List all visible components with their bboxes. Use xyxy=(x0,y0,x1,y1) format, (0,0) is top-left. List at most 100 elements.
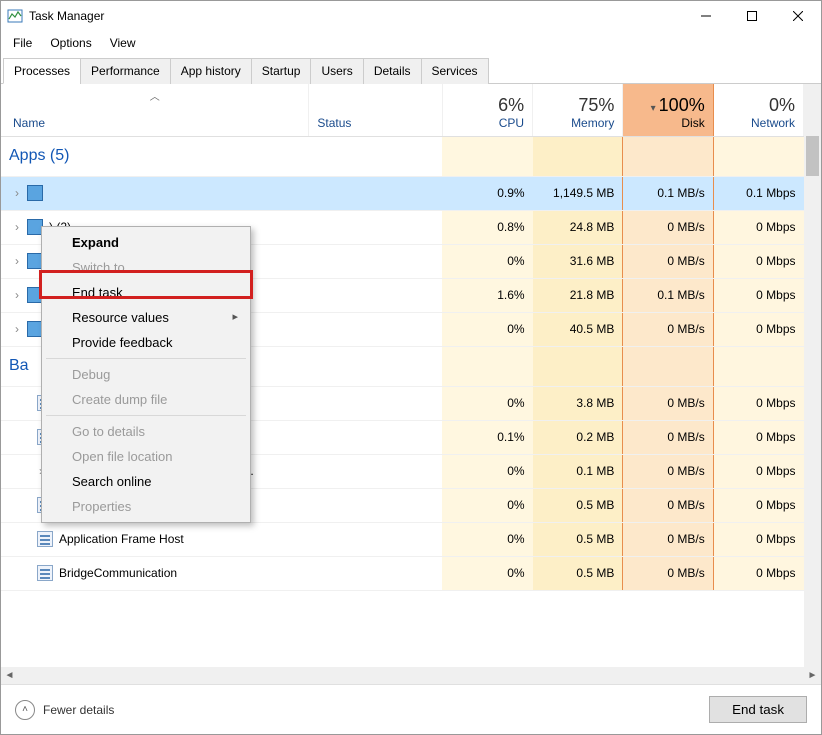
cpu-cell: 0% xyxy=(442,488,532,522)
cpu-cell: 0% xyxy=(442,386,532,420)
cpu-cell: 0.9% xyxy=(442,176,532,210)
tab-processes[interactable]: Processes xyxy=(3,58,81,84)
column-header-cpu[interactable]: 6%CPU xyxy=(442,84,532,136)
mem-cell: 24.8 MB xyxy=(533,210,623,244)
minimize-button[interactable] xyxy=(683,1,729,31)
mem-cell: 0.2 MB xyxy=(533,420,623,454)
tab-details[interactable]: Details xyxy=(363,58,422,84)
ctx-search-online[interactable]: Search online xyxy=(44,469,248,494)
net-cell: 0 Mbps xyxy=(713,386,803,420)
mem-cell: 3.8 MB xyxy=(533,386,623,420)
cpu-cell: 1.6% xyxy=(442,278,532,312)
expand-chevron-icon[interactable]: › xyxy=(11,288,23,302)
column-header-network[interactable]: 0%Network xyxy=(713,84,803,136)
cpu-cell: 0.8% xyxy=(442,210,532,244)
cpu-cell: 0% xyxy=(442,244,532,278)
sort-chevron-icon: ︿ xyxy=(150,88,160,103)
disk-cell: 0 MB/s xyxy=(623,556,713,590)
tab-startup[interactable]: Startup xyxy=(251,58,312,84)
status-cell xyxy=(309,210,442,244)
cpu-cell: 0% xyxy=(442,312,532,346)
status-cell xyxy=(309,386,442,420)
net-cell: 0 Mbps xyxy=(713,454,803,488)
tab-performance[interactable]: Performance xyxy=(80,58,171,84)
tab-app-history[interactable]: App history xyxy=(170,58,252,84)
tab-bar: Processes Performance App history Startu… xyxy=(1,57,821,84)
menu-view[interactable]: View xyxy=(102,33,144,53)
titlebar: Task Manager xyxy=(1,1,821,31)
process-icon xyxy=(37,565,53,581)
net-cell: 0.1 Mbps xyxy=(713,176,803,210)
maximize-button[interactable] xyxy=(729,1,775,31)
table-row[interactable]: Application Frame Host0%0.5 MB0 MB/s0 Mb… xyxy=(1,522,821,556)
disk-cell: 0.1 MB/s xyxy=(623,176,713,210)
expand-chevron-icon[interactable]: › xyxy=(11,186,23,200)
column-header-disk[interactable]: 100%Disk xyxy=(623,84,713,136)
context-menu: Expand Switch to End task Resource value… xyxy=(41,226,251,523)
status-cell xyxy=(309,454,442,488)
process-name: Application Frame Host xyxy=(59,532,184,546)
net-cell: 0 Mbps xyxy=(713,488,803,522)
ctx-resource-values[interactable]: Resource values xyxy=(44,305,248,330)
window-title: Task Manager xyxy=(29,9,104,23)
mem-cell: 0.5 MB xyxy=(533,556,623,590)
ctx-end-task[interactable]: End task xyxy=(44,280,248,305)
tab-users[interactable]: Users xyxy=(310,58,363,84)
horizontal-scrollbar[interactable]: ◄ ► xyxy=(1,667,821,684)
column-header-name[interactable]: ︿ Name xyxy=(1,84,309,136)
menu-file[interactable]: File xyxy=(5,33,40,53)
ctx-create-dump: Create dump file xyxy=(44,387,248,412)
table-row[interactable]: › 0.9%1,149.5 MB0.1 MB/s0.1 Mbps xyxy=(1,176,821,210)
disk-cell: 0 MB/s xyxy=(623,454,713,488)
status-cell xyxy=(309,522,442,556)
mem-cell: 0.5 MB xyxy=(533,522,623,556)
ctx-expand[interactable]: Expand xyxy=(44,230,248,255)
net-cell: 0 Mbps xyxy=(713,278,803,312)
net-cell: 0 Mbps xyxy=(713,210,803,244)
expand-chevron-icon[interactable]: › xyxy=(11,254,23,268)
menu-options[interactable]: Options xyxy=(42,33,99,53)
disk-cell: 0.1 MB/s xyxy=(623,278,713,312)
column-header-status[interactable]: Status xyxy=(309,84,442,136)
disk-cell: 0 MB/s xyxy=(623,386,713,420)
scroll-right-icon[interactable]: ► xyxy=(804,667,821,684)
mem-cell: 1,149.5 MB xyxy=(533,176,623,210)
status-cell xyxy=(309,278,442,312)
chevron-up-icon: ˄ xyxy=(15,700,35,720)
vertical-scrollbar[interactable] xyxy=(804,136,821,667)
ctx-debug: Debug xyxy=(44,362,248,387)
task-manager-icon xyxy=(7,8,23,24)
process-icon xyxy=(37,531,53,547)
cpu-cell: 0% xyxy=(442,522,532,556)
ctx-provide-feedback[interactable]: Provide feedback xyxy=(44,330,248,355)
scroll-left-icon[interactable]: ◄ xyxy=(1,667,18,684)
mem-cell: 0.5 MB xyxy=(533,488,623,522)
column-header-memory[interactable]: 75%Memory xyxy=(533,84,623,136)
net-cell: 0 Mbps xyxy=(713,312,803,346)
mem-cell: 0.1 MB xyxy=(533,454,623,488)
menubar: File Options View xyxy=(1,31,821,55)
status-cell xyxy=(309,420,442,454)
mem-cell: 21.8 MB xyxy=(533,278,623,312)
end-task-button[interactable]: End task xyxy=(709,696,807,723)
mem-cell: 31.6 MB xyxy=(533,244,623,278)
expand-chevron-icon[interactable]: › xyxy=(11,322,23,336)
net-cell: 0 Mbps xyxy=(713,556,803,590)
fewer-details-button[interactable]: ˄ Fewer details xyxy=(15,700,114,720)
tab-services[interactable]: Services xyxy=(421,58,489,84)
table-row[interactable]: BridgeCommunication0%0.5 MB0 MB/s0 Mbps xyxy=(1,556,821,590)
status-cell xyxy=(309,176,442,210)
expand-chevron-icon[interactable]: › xyxy=(11,220,23,234)
mem-cell: 40.5 MB xyxy=(533,312,623,346)
close-button[interactable] xyxy=(775,1,821,31)
footer: ˄ Fewer details End task xyxy=(1,684,821,734)
disk-cell: 0 MB/s xyxy=(623,522,713,556)
disk-cell: 0 MB/s xyxy=(623,312,713,346)
group-label: Apps (5) xyxy=(1,136,442,176)
status-cell xyxy=(309,556,442,590)
cpu-cell: 0% xyxy=(442,454,532,488)
task-manager-window: Task Manager File Options View Processes… xyxy=(0,0,822,735)
cpu-cell: 0% xyxy=(442,556,532,590)
ctx-go-to-details: Go to details xyxy=(44,419,248,444)
status-cell xyxy=(309,488,442,522)
